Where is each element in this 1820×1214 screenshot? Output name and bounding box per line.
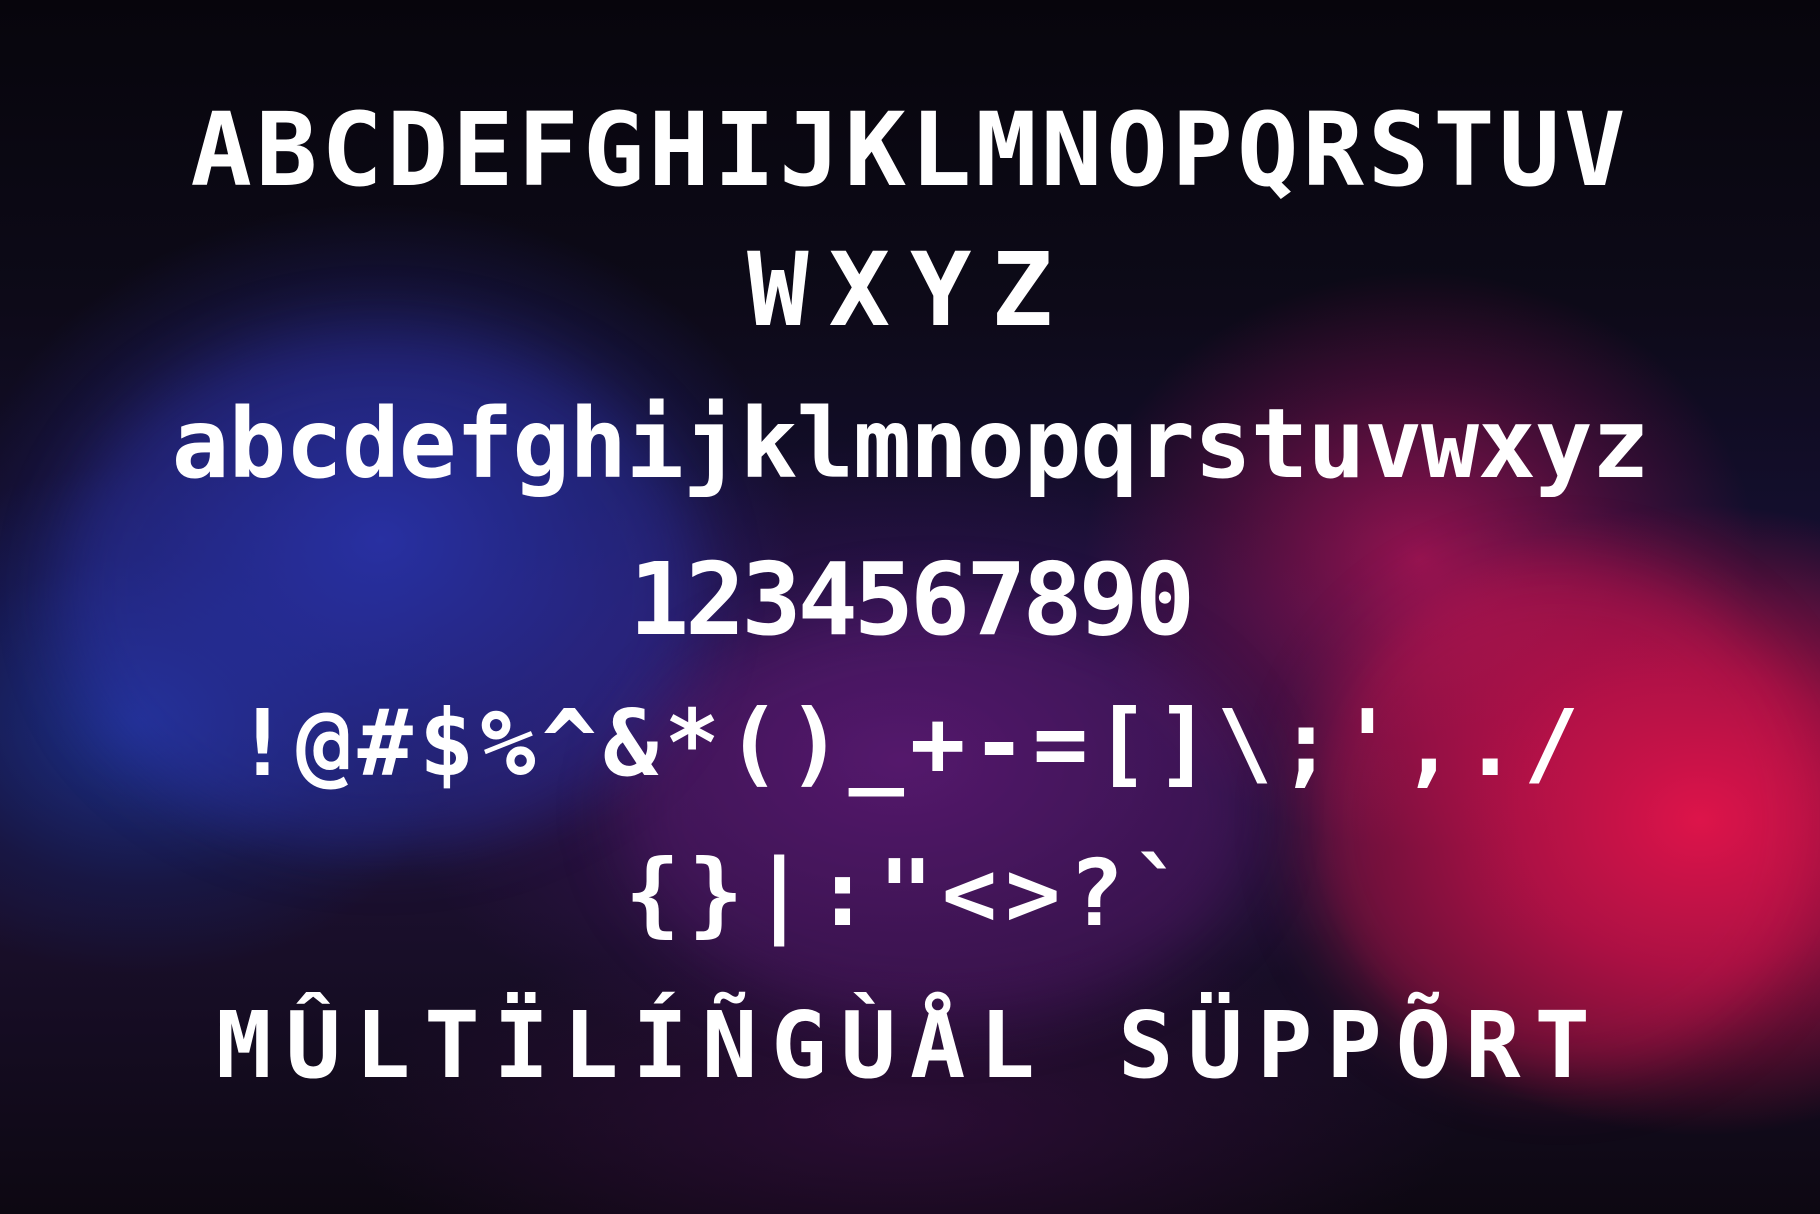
glyph-specimen: ABCDEFGHIJKLMNOPQRSTUV WXYZ abcdefghijkl… xyxy=(0,0,1820,1214)
font-specimen-canvas: ABCDEFGHIJKLMNOPQRSTUV WXYZ abcdefghijkl… xyxy=(0,0,1820,1214)
symbol-glyphs-line-2: {}|:"<>?` xyxy=(624,840,1196,947)
uppercase-glyphs-line-1: ABCDEFGHIJKLMNOPQRSTUV xyxy=(190,91,1630,210)
multilingual-support-text: MÛLTÏLÍÑGÙÅL SÜPPÕRT xyxy=(216,992,1604,1099)
numeral-glyphs: 1234567890 xyxy=(628,541,1195,658)
symbol-glyphs-line-1: !@#$%^&*()_+-=[]\;',./ xyxy=(234,690,1586,797)
uppercase-glyphs-line-2: WXYZ xyxy=(747,231,1073,350)
lowercase-glyphs: abcdefghijklmnopqrstuvwxyz xyxy=(171,388,1650,500)
